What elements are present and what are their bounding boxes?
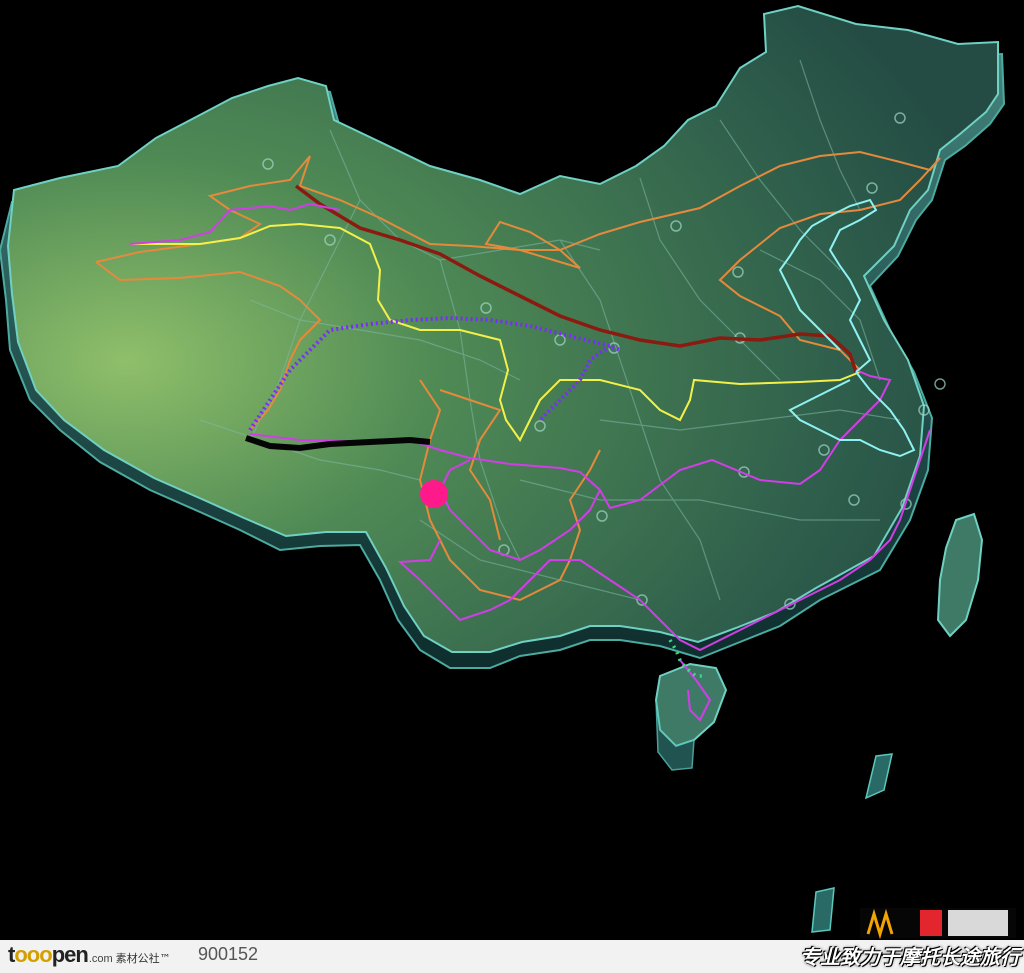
location-marker — [420, 480, 448, 508]
map-canvas — [0, 0, 1024, 973]
tooopen-logo: t o o o pen .com 素材公社™ — [8, 942, 171, 970]
south-sea-islands — [811, 753, 893, 933]
brand-cn: 素材公社™ — [115, 952, 171, 965]
hainan-island — [654, 662, 728, 748]
image-id: 900152 — [198, 944, 259, 964]
site-badge-logo — [860, 908, 1016, 940]
brand-o2: o — [26, 942, 40, 967]
brand-o1: o — [14, 942, 27, 967]
brand-domain: .com — [88, 953, 113, 965]
slogan-watermark: 专业致力于摩托长途旅行 — [800, 945, 1020, 969]
taiwan-island — [936, 512, 984, 638]
brand-suffix: pen — [51, 942, 89, 967]
brand-o3: o — [39, 942, 52, 967]
